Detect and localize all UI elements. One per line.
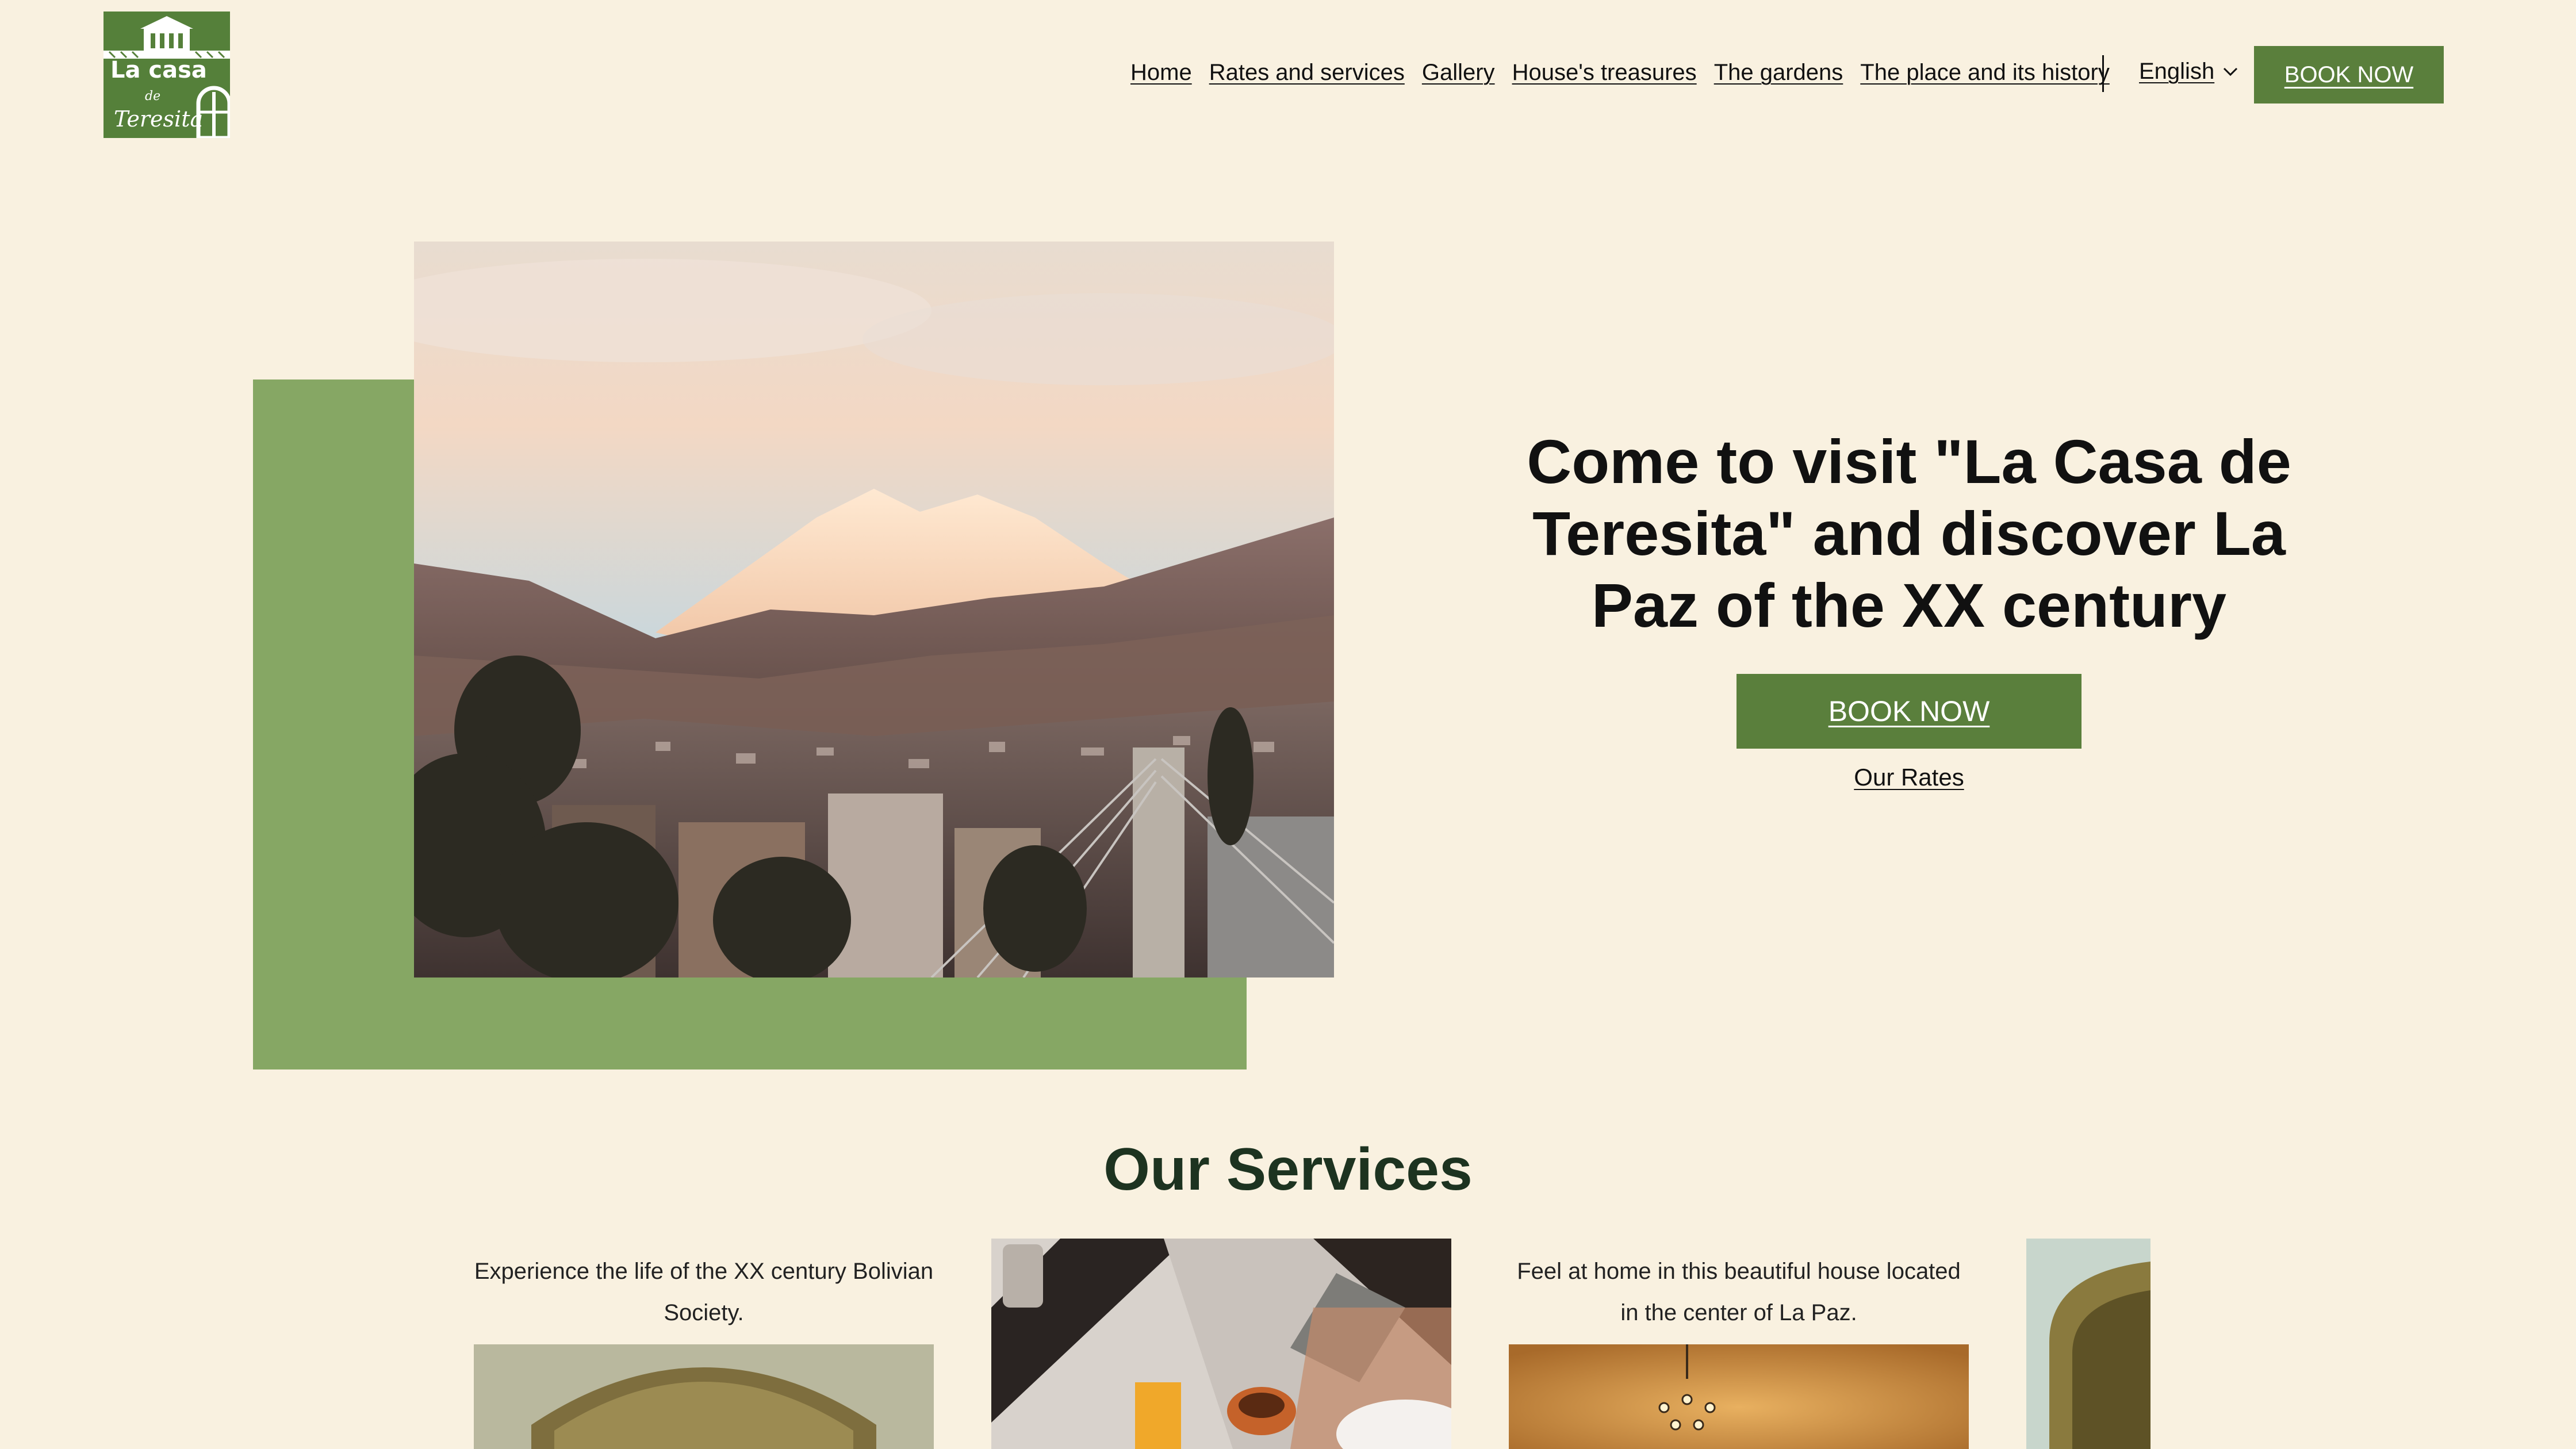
- hero-image: [414, 241, 1334, 977]
- service-card-text: Experience the life of the XX century Bo…: [474, 1259, 934, 1325]
- services-title: Our Services: [1103, 1136, 1473, 1203]
- logo-de: de: [145, 89, 161, 103]
- service-card-image: [474, 1344, 934, 1449]
- breakfast-table-photo: [991, 1239, 1451, 1449]
- nav-rates-and-services[interactable]: Rates and services: [1209, 60, 1405, 86]
- service-card-image: [991, 1239, 1451, 1449]
- nav-gallery[interactable]: Gallery: [1422, 60, 1495, 86]
- arch-garden-photo: [2026, 1239, 2150, 1449]
- hero-book-now-button[interactable]: BOOK NOW: [1736, 674, 2082, 749]
- site-logo[interactable]: La casa de Teresita: [103, 12, 230, 138]
- main-nav: Home Rates and services Gallery House's …: [1130, 60, 2110, 86]
- logo-script: Teresita: [114, 106, 204, 132]
- header-book-now-button[interactable]: BOOK NOW: [2254, 46, 2444, 103]
- language-selector[interactable]: English: [2139, 59, 2238, 85]
- nav-the-gardens[interactable]: The gardens: [1714, 60, 1843, 86]
- nav-home[interactable]: Home: [1130, 60, 1192, 86]
- chandelier-room-photo: [1509, 1344, 1969, 1449]
- our-rates-link[interactable]: Our Rates: [1736, 764, 2082, 791]
- chevron-down-icon: [2224, 67, 2238, 76]
- nav-place-history[interactable]: The place and its history: [1860, 60, 2110, 86]
- hero-title: Come to visit "La Casa de Teresita" and …: [1527, 427, 2291, 640]
- mountain-city-photo: [414, 241, 1334, 977]
- service-card-image: [1509, 1344, 1969, 1449]
- service-card-text: Feel at home in this beautiful house loc…: [1517, 1259, 1961, 1325]
- nav-divider: [2102, 55, 2104, 92]
- arch-interior-photo: [474, 1344, 934, 1449]
- nav-house-treasures[interactable]: House's treasures: [1512, 60, 1697, 86]
- language-label: English: [2139, 59, 2215, 84]
- logo-title: La casa: [110, 57, 207, 83]
- service-card-image: [2026, 1239, 2150, 1449]
